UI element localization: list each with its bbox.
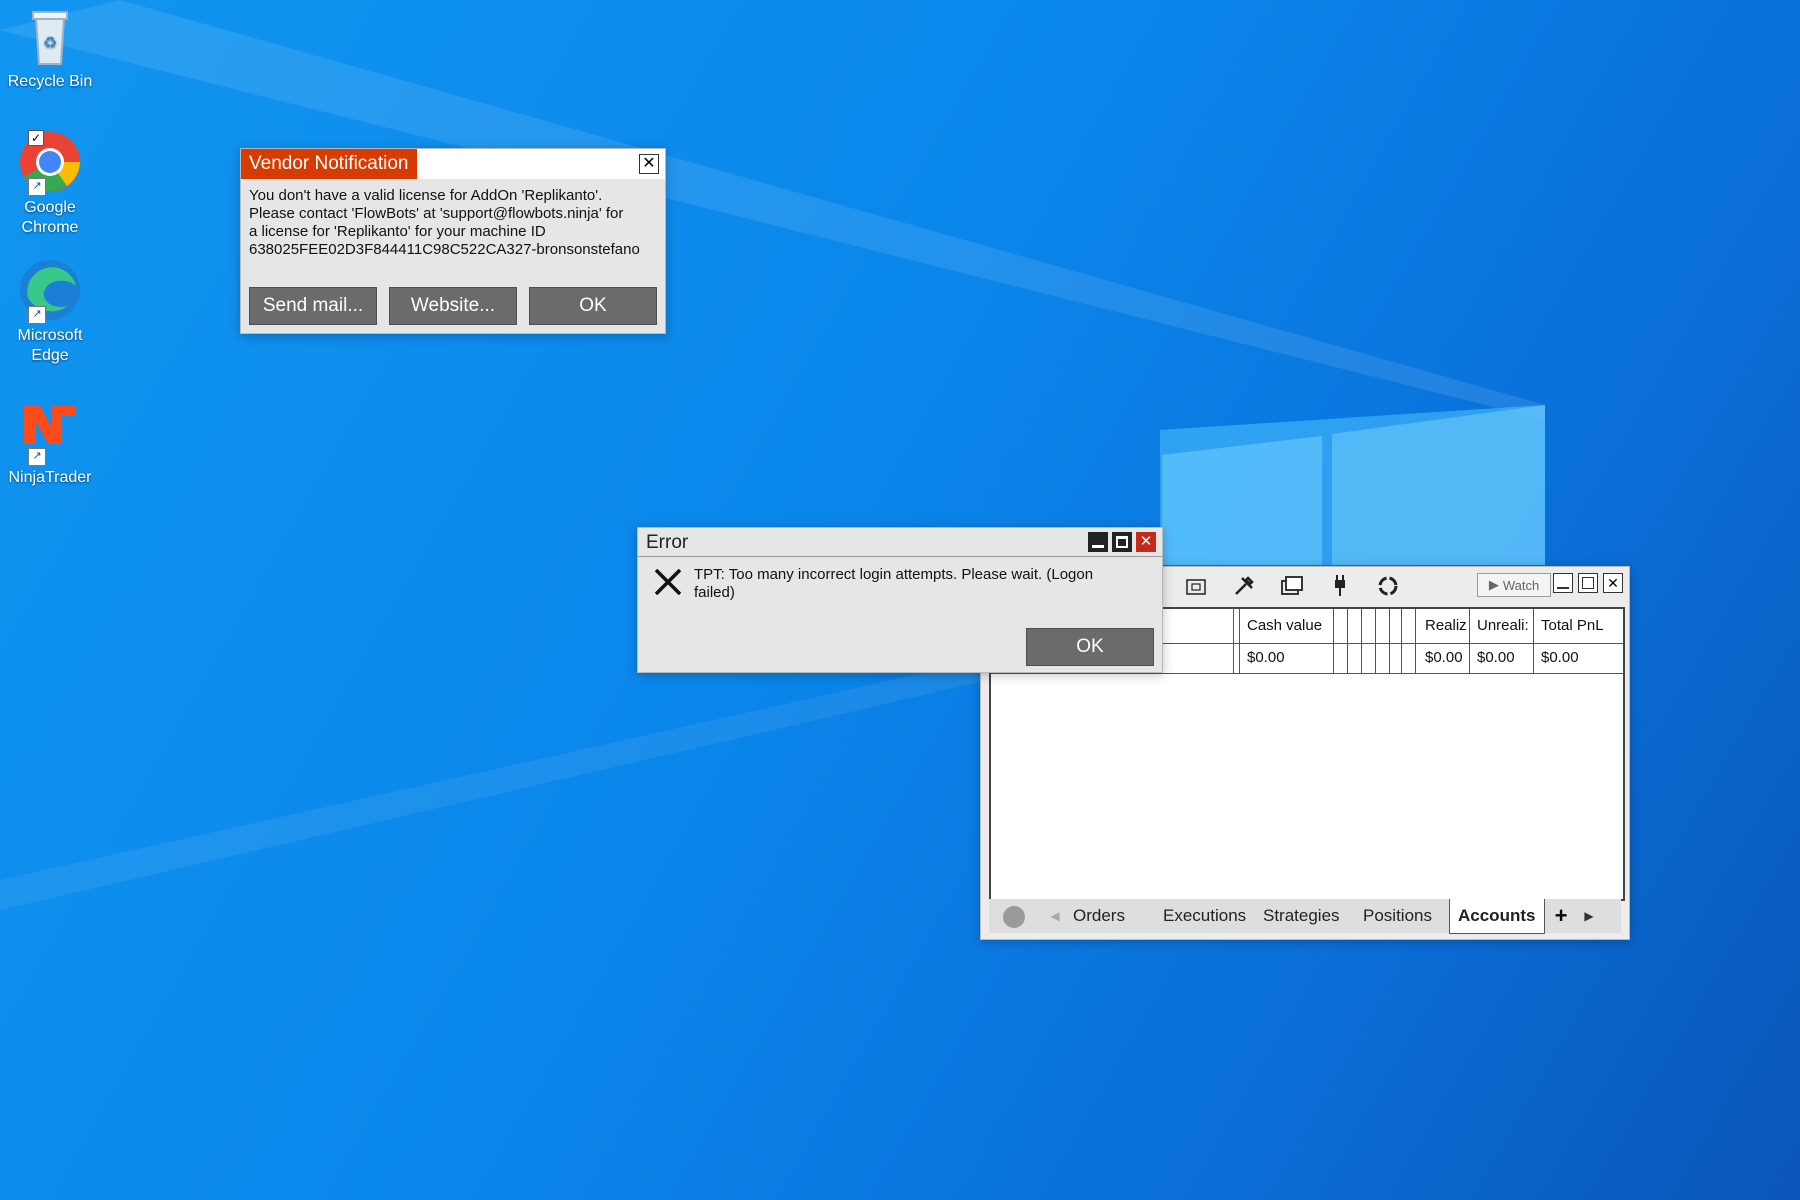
close-button[interactable]: ✕: [1136, 532, 1156, 552]
connection-plug-icon[interactable]: [1325, 573, 1355, 599]
tab-strategies[interactable]: Strategies: [1255, 899, 1358, 933]
close-icon: ✕: [642, 155, 656, 172]
desktop-icon-label: Recycle Bin: [7, 73, 93, 90]
sync-icon[interactable]: [1373, 573, 1403, 599]
message-line: Please contact 'FlowBots' at 'support@fl…: [249, 205, 624, 222]
column-header-realized[interactable]: Realiz: [1425, 617, 1467, 634]
error-dialog: Error ✕ TPT: Too many incorrect login at…: [637, 527, 1163, 673]
website-button[interactable]: Website...: [389, 287, 517, 325]
message-line: You don't have a valid license for AddOn…: [249, 187, 603, 204]
status-indicator: [1003, 906, 1025, 928]
close-button[interactable]: ✕: [1603, 573, 1623, 593]
new-window-icon[interactable]: [1277, 573, 1307, 599]
column-header-cash-value[interactable]: Cash value: [1247, 617, 1322, 634]
desktop-icon-label: NinjaTrader: [8, 469, 92, 486]
edge-icon: ↗: [18, 258, 82, 324]
cash-value-cell: $0.00: [1247, 649, 1285, 666]
link-window-icon[interactable]: [1181, 573, 1211, 599]
recycle-bin-icon: ♻: [18, 4, 82, 68]
svg-text:♻: ♻: [43, 35, 57, 52]
realized-cell: $0.00: [1425, 649, 1463, 666]
error-message: TPT: Too many incorrect login attempts. …: [694, 566, 1093, 602]
shortcut-arrow-icon: ↗: [28, 306, 46, 324]
close-icon: ✕: [1607, 575, 1619, 591]
shortcut-arrow-icon: ↗: [28, 178, 46, 196]
minimize-button[interactable]: [1088, 532, 1108, 552]
vendor-notification-dialog: Vendor Notification ✕ You don't have a v…: [240, 148, 666, 334]
dialog-title-bar: Error ✕: [638, 528, 1162, 557]
message-line: failed): [694, 584, 735, 601]
desktop-icon-google-chrome[interactable]: ✓ ↗ Google Chrome: [4, 130, 96, 238]
tab-positions[interactable]: Positions: [1355, 899, 1452, 933]
dialog-title: Vendor Notification: [241, 149, 417, 179]
desktop-icon-label: Google Chrome: [21, 199, 79, 236]
error-x-icon: [652, 566, 684, 598]
desktop-icon-label: Microsoft Edge: [17, 327, 83, 364]
message-line: TPT: Too many incorrect login attempts. …: [694, 566, 1094, 583]
dialog-title-bar: Vendor Notification ✕: [241, 149, 665, 179]
tab-orders[interactable]: Orders: [1065, 899, 1162, 933]
desktop-icon-ninjatrader[interactable]: ↗ NinjaTrader: [4, 400, 96, 488]
unrealized-cell: $0.00: [1477, 649, 1515, 666]
watch-label: Watch: [1502, 577, 1540, 593]
close-icon: ✕: [1139, 533, 1153, 550]
tab-strip: ◀ Orders Executions Strategies Positions…: [989, 899, 1621, 934]
column-header-total-pnl[interactable]: Total PnL: [1541, 617, 1604, 634]
desktop-icon-microsoft-edge[interactable]: ↗ Microsoft Edge: [4, 258, 96, 366]
scroll-left-icon[interactable]: ◀: [1045, 899, 1065, 933]
checkbox-overlay: ✓: [28, 130, 44, 146]
column-header-unrealized[interactable]: Unreali:: [1477, 617, 1529, 634]
maximize-button[interactable]: [1578, 573, 1598, 593]
close-button[interactable]: ✕: [639, 154, 659, 174]
shortcut-arrow-icon: ↗: [28, 448, 46, 466]
total-pnl-cell: $0.00: [1541, 649, 1579, 666]
message-line: a license for 'Replikanto' for your mach…: [249, 223, 546, 240]
maximize-button[interactable]: [1112, 532, 1132, 552]
chrome-icon: ✓ ↗: [18, 130, 82, 196]
play-icon: ▶: [1488, 577, 1499, 592]
watch-button[interactable]: ▶ Watch: [1477, 573, 1551, 597]
ok-button[interactable]: OK: [1026, 628, 1154, 666]
dialog-message: You don't have a valid license for AddOn…: [249, 187, 640, 259]
add-tab-button[interactable]: +: [1549, 899, 1573, 933]
minimize-button[interactable]: [1553, 573, 1573, 593]
tools-icon[interactable]: [1229, 573, 1259, 599]
ok-button[interactable]: OK: [529, 287, 657, 325]
message-line: 638025FEE02D3F844411C98C522CA327-bronson…: [249, 241, 640, 258]
ninjatrader-icon: ↗: [18, 400, 82, 466]
tab-executions[interactable]: Executions: [1155, 899, 1262, 933]
scroll-right-icon[interactable]: ▶: [1579, 899, 1599, 933]
dialog-title: Error: [646, 532, 689, 553]
tab-accounts[interactable]: Accounts: [1449, 899, 1545, 934]
desktop-icon-recycle-bin[interactable]: ♻ Recycle Bin: [4, 4, 96, 92]
send-mail-button[interactable]: Send mail...: [249, 287, 377, 325]
